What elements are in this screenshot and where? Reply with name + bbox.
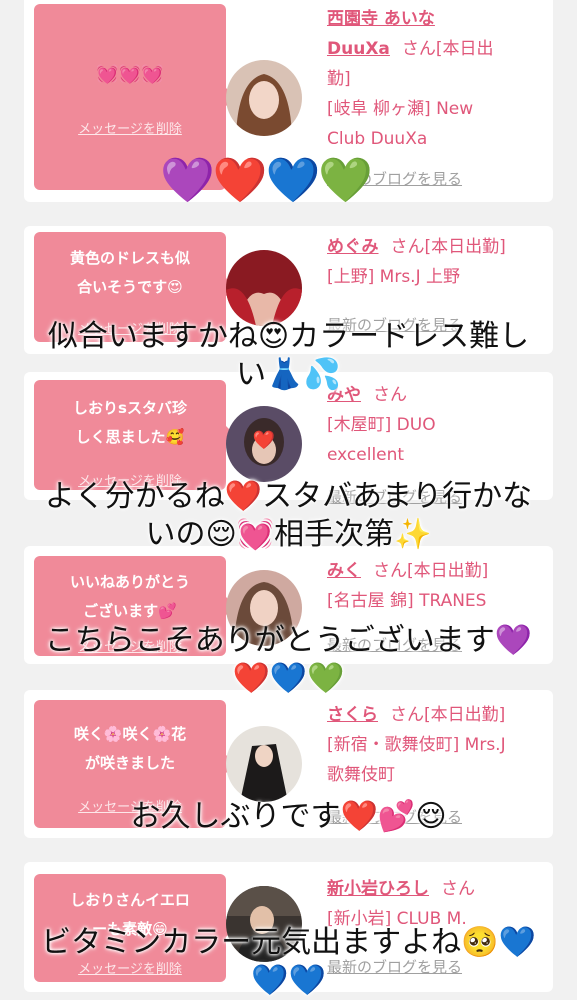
shop-info-cont: excellent <box>327 445 405 465</box>
message-text: 咲く🌸咲く🌸花 が咲きました <box>73 725 187 772</box>
caption-overlay: 似合いますかね😍カラードレス難し い👗💦 <box>47 319 530 392</box>
status-text: さん[本日出 <box>401 39 494 59</box>
message-text: しおりsスタバ珍 しく思ました🥰 <box>73 399 187 446</box>
profile-name-link-cont[interactable]: DuuXa <box>327 39 390 59</box>
profile-info: 西園寺 あいな DuuXa さん[本日出 勤] [岐阜 柳ヶ瀬] New Club… <box>327 4 549 154</box>
caption-overlay: ビタミンカラー元気出ますよね🥺💙 💙💙 <box>41 925 536 998</box>
avatar[interactable] <box>226 250 302 326</box>
profile-name-link[interactable]: 西園寺 あいな <box>327 9 435 29</box>
shop-info: [岐阜 柳ヶ瀬] New <box>327 99 474 119</box>
status-text: さん[本日出勤] <box>390 705 506 725</box>
message-text: 💓💓💓 <box>96 64 164 85</box>
shop-info: [新宿・歌舞伎町] Mrs.J <box>327 735 506 755</box>
caption-overlay: こちらこそありがとうございます💜 ❤️💙💚 <box>44 623 533 696</box>
avatar[interactable] <box>226 726 302 802</box>
hearts-overlay: 💜❤️💙💚 <box>160 155 373 206</box>
message-text: いいねありがとう ございます💕 <box>69 573 190 620</box>
status-text: さん[本日出勤] <box>373 561 489 581</box>
status-text: さん[本日出勤] <box>390 237 506 257</box>
profile-name-link[interactable]: 新小岩ひろし <box>327 879 429 899</box>
shop-info: [木屋町] DUO <box>327 415 436 435</box>
profile-info: さくら さん[本日出勤] [新宿・歌舞伎町] Mrs.J 歌舞伎町 <box>327 700 549 790</box>
caption-overlay: よく分かるね❤️スタバあまり行かな いの😌💓相手次第✨ <box>44 479 533 552</box>
caption-overlay: お久しぶりです❤️💕😌 <box>130 799 447 834</box>
profile-name-link[interactable]: めぐみ <box>327 237 379 257</box>
profile-name-link[interactable]: みく <box>327 561 361 581</box>
delete-message-link[interactable]: メッセージを削除 <box>34 118 226 137</box>
profile-info: みく さん[本日出勤] [名古屋 錦] TRANES <box>327 556 549 616</box>
status-text: さん <box>441 879 475 899</box>
avatar[interactable]: ❤️ <box>226 406 302 482</box>
message-text: 黄色のドレスも似 合いそうです😍 <box>69 249 190 296</box>
status-text-cont: 勤] <box>327 69 351 89</box>
svg-text:❤️: ❤️ <box>253 430 276 451</box>
avatar[interactable] <box>226 60 302 136</box>
profile-info: めぐみ さん[本日出勤] [上野] Mrs.J 上野 <box>327 232 549 292</box>
message-bubble: しおりsスタバ珍 しく思ました🥰 メッセージを削除 <box>34 380 235 490</box>
shop-info-cont: Club DuuXa <box>327 129 428 149</box>
shop-info-cont: 歌舞伎町 <box>327 765 395 785</box>
profile-name-link[interactable]: さくら <box>327 705 378 725</box>
shop-info: [上野] Mrs.J 上野 <box>327 267 461 287</box>
shop-info: [名古屋 錦] TRANES <box>327 591 487 611</box>
